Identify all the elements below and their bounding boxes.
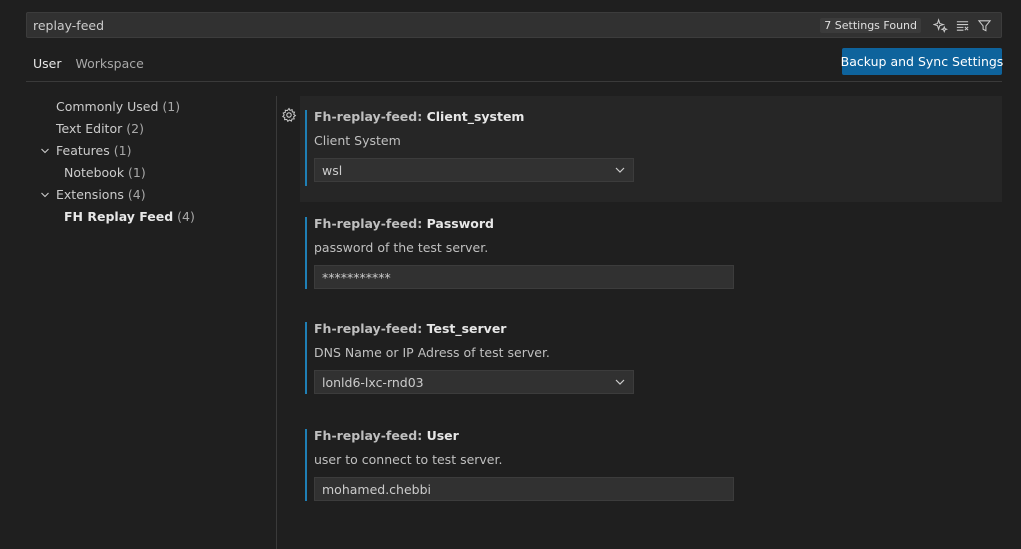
setting-indicator bbox=[305, 217, 307, 289]
gear-icon[interactable] bbox=[281, 107, 297, 123]
setting-test-server: Fh-replay-feed: Test_server DNS Name or … bbox=[300, 308, 1002, 414]
toc-item-fh-replay-feed[interactable]: FH Replay Feed (4) bbox=[26, 206, 272, 228]
toc-divider bbox=[276, 96, 277, 549]
setting-description: user to connect to test server. bbox=[314, 452, 503, 467]
chevron-down-icon bbox=[615, 379, 625, 385]
clear-filter-icon[interactable] bbox=[951, 15, 973, 35]
backup-and-sync-button[interactable]: Backup and Sync Settings bbox=[841, 48, 1003, 75]
settings-toc: Commonly Used (1) Text Editor (2) Featur… bbox=[26, 96, 272, 228]
focus-indicator bbox=[305, 110, 307, 186]
filter-icon[interactable] bbox=[973, 15, 995, 35]
test-server-select[interactable]: lonld6-lxc-rnd03 bbox=[314, 370, 634, 394]
toc-item-text-editor[interactable]: Text Editor (2) bbox=[26, 118, 272, 140]
client-system-select[interactable]: wsl bbox=[314, 158, 634, 182]
settings-editor: replay-feed 7 Settings Found User Worksp… bbox=[0, 0, 1021, 549]
setting-indicator bbox=[305, 322, 307, 394]
setting-title: Fh-replay-feed: Test_server bbox=[314, 321, 507, 336]
chevron-down-icon[interactable] bbox=[40, 146, 50, 156]
setting-description: password of the test server. bbox=[314, 240, 489, 255]
settings-scope-tabs: User Workspace bbox=[26, 50, 151, 82]
setting-password: Fh-replay-feed: Password password of the… bbox=[300, 203, 1002, 309]
setting-title: Fh-replay-feed: Password bbox=[314, 216, 494, 231]
chevron-down-icon[interactable] bbox=[40, 190, 50, 200]
setting-title: Fh-replay-feed: Client_system bbox=[314, 109, 525, 124]
setting-description: DNS Name or IP Adress of test server. bbox=[314, 345, 550, 360]
tab-workspace[interactable]: Workspace bbox=[69, 50, 151, 82]
sparkle-icon[interactable] bbox=[929, 15, 951, 35]
toc-item-extensions[interactable]: Extensions (4) bbox=[26, 184, 272, 206]
settings-search-bar[interactable]: replay-feed 7 Settings Found bbox=[26, 12, 1002, 38]
toc-item-commonly-used[interactable]: Commonly Used (1) bbox=[26, 96, 272, 118]
setting-title: Fh-replay-feed: User bbox=[314, 428, 459, 443]
chevron-down-icon bbox=[615, 167, 625, 173]
user-input[interactable]: mohamed.chebbi bbox=[314, 477, 734, 501]
results-count-badge: 7 Settings Found bbox=[820, 17, 921, 33]
toc-item-notebook[interactable]: Notebook (1) bbox=[26, 162, 272, 184]
tabs-divider bbox=[26, 81, 1002, 82]
search-input[interactable]: replay-feed bbox=[33, 18, 820, 33]
setting-user: Fh-replay-feed: User user to connect to … bbox=[300, 415, 1002, 521]
password-input[interactable]: *********** bbox=[314, 265, 734, 289]
setting-description: Client System bbox=[314, 133, 401, 148]
toc-item-features[interactable]: Features (1) bbox=[26, 140, 272, 162]
setting-client-system: Fh-replay-feed: Client_system Client Sys… bbox=[300, 96, 1002, 202]
tab-user[interactable]: User bbox=[26, 50, 69, 82]
setting-indicator bbox=[305, 429, 307, 501]
